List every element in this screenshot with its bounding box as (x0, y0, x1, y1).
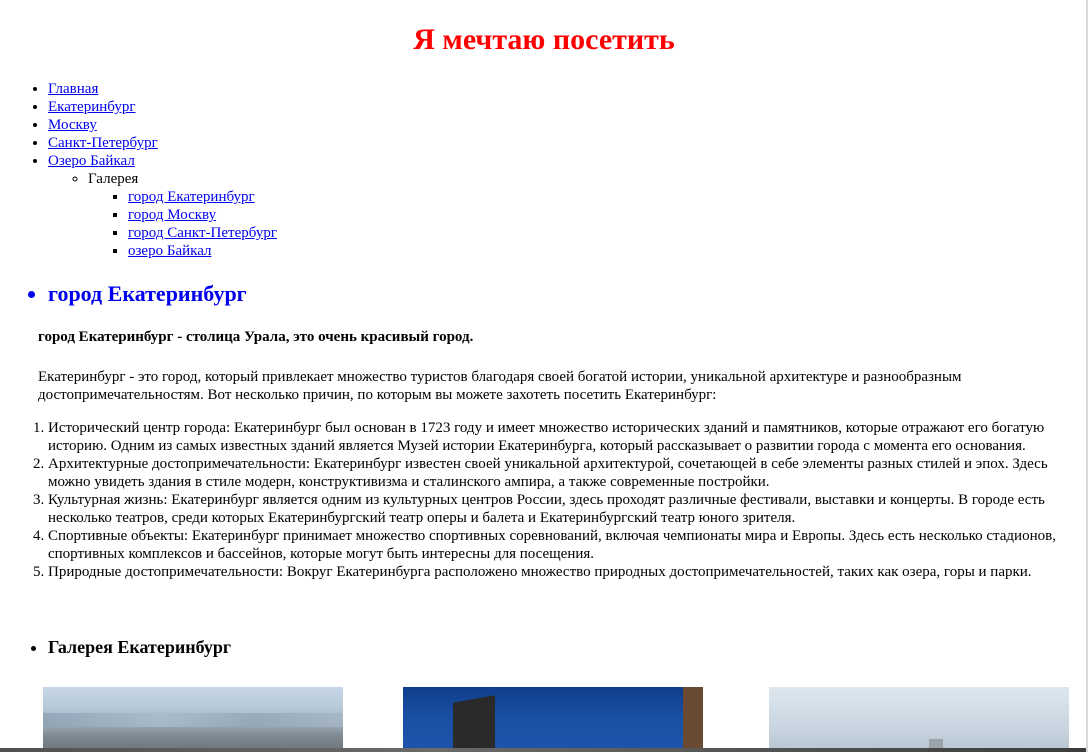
reason-item: Архитектурные достопримечательности: Ека… (48, 455, 1080, 491)
section-intro: Екатеринбург - это город, который привле… (38, 369, 962, 403)
nav-item-baikal: Озеро Байкал Галерея город Екатеринбург … (48, 152, 277, 260)
nav-gallery-label: Галерея (88, 171, 139, 187)
nav-item-ekaterinburg: Екатеринбург (48, 98, 277, 116)
nav-link-home[interactable]: Главная (48, 81, 98, 97)
nav-item-moscow: Москву (48, 116, 277, 134)
gallery-sublist: город Екатеринбург город Москву город Са… (88, 188, 277, 260)
nav-link-moscow[interactable]: Москву (48, 117, 97, 133)
nav-item-home: Главная (48, 80, 277, 98)
gallery-item-moscow: город Москву (128, 206, 277, 224)
gallery-link-ekaterinburg[interactable]: город Екатеринбург (128, 189, 255, 205)
reason-item: Культурная жизнь: Екатеринбург является … (48, 491, 1080, 527)
gallery-photo-building (403, 687, 703, 752)
horizontal-scrollbar[interactable] (0, 748, 1088, 752)
gallery-item-spb: город Санкт-Петербург (128, 224, 277, 242)
section-lead: город Екатеринбург - столица Урала, это … (38, 329, 474, 345)
reason-item: Природные достопримечательности: Вокруг … (48, 563, 1080, 581)
reasons-list: Исторический центр города: Екатеринбург … (8, 419, 1080, 581)
gallery-item-ekaterinburg: город Екатеринбург (128, 188, 277, 206)
gallery-photo-skyline (769, 687, 1069, 752)
section-heading: город Екатеринбург (48, 280, 247, 308)
nav-item-gallery: Галерея город Екатеринбург город Москву … (88, 170, 277, 260)
nav-sublist: Галерея город Екатеринбург город Москву … (48, 170, 277, 260)
reason-item: Исторический центр города: Екатеринбург … (48, 419, 1080, 455)
nav-link-spb[interactable]: Санкт-Петербург (48, 135, 158, 151)
photo-tower-shape (453, 695, 495, 752)
nav-link-ekaterinburg[interactable]: Екатеринбург (48, 99, 135, 115)
gallery-photo-city-panorama (43, 687, 343, 752)
nav-item-spb: Санкт-Петербург (48, 134, 277, 152)
gallery-link-spb[interactable]: город Санкт-Петербург (128, 225, 277, 241)
section-heading-list: город Екатеринбург (8, 280, 247, 308)
gallery-item-baikal: озеро Байкал (128, 242, 277, 260)
gallery-heading: Галерея Екатеринбург (48, 636, 231, 658)
gallery-link-baikal[interactable]: озеро Байкал (128, 243, 211, 259)
gallery-link-moscow[interactable]: город Москву (128, 207, 216, 223)
nav-link-baikal[interactable]: Озеро Байкал (48, 153, 135, 169)
main-nav: Главная Екатеринбург Москву Санкт-Петерб… (8, 80, 277, 260)
page-title: Я мечтаю посетить (413, 23, 675, 56)
photo-facade-shape (683, 687, 703, 752)
reason-item: Спортивные объекты: Екатеринбург принима… (48, 527, 1080, 563)
gallery-heading-list: Галерея Екатеринбург (8, 636, 231, 658)
